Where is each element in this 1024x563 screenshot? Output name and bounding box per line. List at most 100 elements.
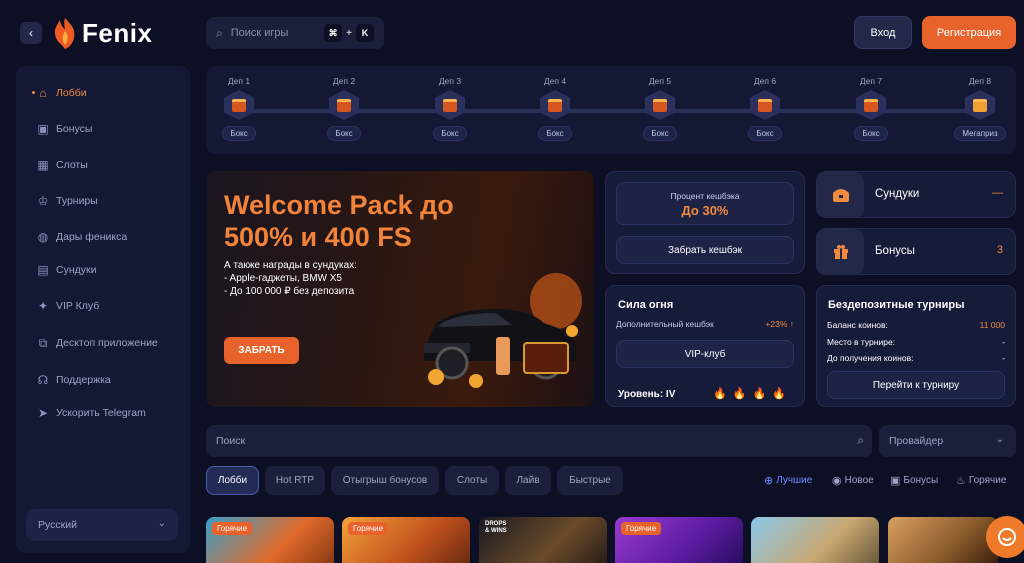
- banner-line: - До 100 000 ₽ без депозита: [224, 286, 355, 297]
- game-tile[interactable]: [888, 517, 998, 563]
- welcome-banner[interactable]: Welcome Pack до 500% и 400 FS А также на…: [206, 171, 594, 407]
- phoenix-icon: [54, 18, 75, 49]
- deposit-step[interactable]: Деп 5 Бокс: [640, 76, 680, 141]
- gift-icon: ▣: [890, 475, 901, 487]
- game-tile[interactable]: [751, 517, 879, 563]
- tournaments-card: Бездепозитные турниры Баланс коинов: 11 0…: [816, 285, 1016, 407]
- sidebar-item-label: Ускорить Telegram: [56, 407, 146, 419]
- step-label: Деп 5: [648, 76, 672, 86]
- sort-label: Новое: [844, 475, 874, 486]
- sidebar: ⌂ Лобби ▣ Бонусы ▦ Слоты ♔ Турниры ◍ Дары фен…: [16, 66, 190, 553]
- deposit-step[interactable]: Деп 1 Бокс: [219, 76, 259, 141]
- games-search-input[interactable]: Поиск ⌕: [206, 425, 872, 457]
- game-tile[interactable]: Горячие: [615, 517, 743, 563]
- sort-label: Горячие: [968, 475, 1007, 486]
- deposit-step[interactable]: Деп 2 Бокс: [324, 76, 364, 141]
- hot-badge: Горячие: [212, 522, 253, 535]
- tab-hot-rtp[interactable]: Hot RTP: [265, 466, 325, 495]
- sort-bonuses[interactable]: ▣ Бонусы: [890, 474, 938, 487]
- deposit-step[interactable]: Деп 4 Бокс: [535, 76, 575, 141]
- language-select[interactable]: Русский ⌄: [26, 509, 178, 541]
- sidebar-item-support[interactable]: ☊ Поддержка: [36, 373, 111, 387]
- deposit-step[interactable]: Деп 7 Бокс: [851, 76, 891, 141]
- sort-hot[interactable]: ♨ Горячие: [956, 474, 1006, 487]
- chests-card[interactable]: Сундуки —: [816, 171, 1016, 218]
- shortcut-plus: +: [346, 27, 352, 39]
- search-icon: ⌕: [216, 25, 223, 40]
- box-icon: [856, 90, 886, 120]
- step-label: Деп 7: [859, 76, 883, 86]
- language-value: Русский: [38, 519, 77, 531]
- game-search-input[interactable]: ⌕ Поиск игры ⌘ + K: [206, 17, 384, 49]
- top-bar: ‹ Fenix ⌕ Поиск игры ⌘ + K Вход Регистраци…: [0, 0, 1024, 66]
- step-label: Деп 4: [543, 76, 567, 86]
- sidebar-item-lobby[interactable]: ⌂ Лобби: [32, 86, 87, 100]
- register-button[interactable]: Регистрация: [922, 16, 1016, 49]
- deposit-step[interactable]: Деп 6 Бокс: [745, 76, 785, 141]
- box-icon: [645, 90, 675, 120]
- vip-club-button[interactable]: VIP-клуб: [616, 340, 794, 368]
- gift-icon: [817, 229, 864, 275]
- logo[interactable]: Fenix: [52, 16, 152, 50]
- until-label: До получения коинов:: [827, 353, 914, 363]
- deposit-step[interactable]: Деп 3 Бокс: [430, 76, 470, 141]
- bonuses-card[interactable]: Бонусы 3: [816, 228, 1016, 275]
- sidebar-item-label: Лобби: [56, 87, 87, 99]
- chests-value: —: [992, 187, 1003, 199]
- box-icon: [435, 90, 465, 120]
- hot-badge: Горячие: [621, 522, 662, 535]
- tournaments-title: Бездепозитные турниры: [828, 299, 965, 311]
- step-reward: Бокс: [327, 126, 361, 141]
- sidebar-item-label: Слоты: [56, 159, 88, 171]
- deposit-step[interactable]: Деп 8 Мегаприз: [954, 76, 1006, 141]
- tab-lobby[interactable]: Лобби: [206, 466, 259, 495]
- sidebar-item-telegram[interactable]: ➤ Ускорить Telegram: [36, 406, 146, 420]
- search-icon: ⌕: [857, 433, 864, 447]
- tab-fast[interactable]: Быстрые: [557, 466, 623, 495]
- box-icon: [224, 90, 254, 120]
- step-reward: Бокс: [222, 126, 256, 141]
- sort-best[interactable]: ⊕ Лучшие: [764, 474, 812, 487]
- sort-new[interactable]: ◉ Новое: [832, 474, 874, 487]
- step-reward: Бокс: [643, 126, 677, 141]
- shortcut-key-cmd: ⌘: [324, 24, 343, 42]
- go-to-tournament-button[interactable]: Перейти к турниру: [827, 371, 1005, 399]
- coins-label: Баланс коинов:: [827, 320, 888, 330]
- search-shortcut: ⌘ + K: [324, 24, 374, 42]
- game-tile[interactable]: Горячие: [342, 517, 470, 563]
- tab-wager-bonuses[interactable]: Отыгрыш бонусов: [331, 466, 439, 495]
- sidebar-item-bonuses[interactable]: ▣ Бонусы: [36, 122, 92, 136]
- chat-support-button[interactable]: [986, 516, 1024, 558]
- chests-label: Сундуки: [875, 188, 920, 200]
- sidebar-item-tournaments[interactable]: ♔ Турниры: [36, 194, 98, 208]
- fire-power-card: Сила огня Дополнительный кешбэк +23% ↑ VI…: [605, 285, 805, 407]
- ball-icon: ◍: [37, 230, 49, 244]
- chest-icon: ▤: [37, 263, 49, 277]
- tab-live[interactable]: Лайв: [505, 466, 551, 495]
- flame-icon: ♨: [956, 475, 966, 487]
- sidebar-item-label: Поддержка: [56, 374, 111, 386]
- flame-level-icons: 🔥🔥🔥🔥: [713, 388, 792, 400]
- sidebar-item-slots[interactable]: ▦ Слоты: [36, 158, 88, 172]
- car-illustration: [424, 273, 582, 388]
- login-button[interactable]: Вход: [854, 16, 912, 49]
- collapse-sidebar-button[interactable]: ‹: [20, 22, 42, 44]
- banner-claim-button[interactable]: ЗАБРАТЬ: [224, 337, 299, 364]
- sidebar-item-vip[interactable]: ✦ VIP Клуб: [36, 299, 99, 313]
- deposit-progress: Деп 1 Бокс Деп 2 Бокс Деп 3 Бокс Деп 4 Бокс …: [206, 66, 1016, 154]
- sidebar-item-chests[interactable]: ▤ Сундуки: [36, 263, 96, 277]
- sidebar-item-label: Сундуки: [56, 264, 97, 276]
- game-tile[interactable]: Горячие: [206, 517, 334, 563]
- sidebar-item-desktop-app[interactable]: ⧉ Десктоп приложение: [36, 336, 158, 350]
- sidebar-item-label: Турниры: [56, 195, 98, 207]
- coins-value: 11 000: [979, 320, 1005, 330]
- active-dot: [32, 91, 35, 94]
- sidebar-item-phoenix-gifts[interactable]: ◍ Дары феникса: [36, 230, 127, 244]
- claim-cashback-button[interactable]: Забрать кешбэк: [616, 236, 794, 264]
- cashback-info: Процент кешбэка До 30%: [616, 182, 794, 225]
- tab-slots[interactable]: Слоты: [445, 466, 499, 495]
- step-label: Деп 8: [968, 76, 992, 86]
- game-tile[interactable]: DROPS & WINS: [479, 517, 607, 563]
- provider-select[interactable]: Провайдер ⌄: [879, 425, 1016, 457]
- search-placeholder: Поиск игры: [230, 27, 289, 39]
